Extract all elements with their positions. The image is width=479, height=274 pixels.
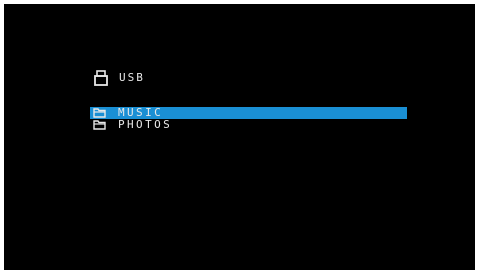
list-item-photos[interactable]: PHOTOS <box>90 119 407 131</box>
usb-drive-icon <box>94 70 108 86</box>
tv-screen: USB MUSIC PHOTOS <box>4 4 475 270</box>
folder-list: MUSIC PHOTOS <box>90 107 407 131</box>
folder-icon <box>93 108 106 118</box>
list-item-label: PHOTOS <box>118 118 173 131</box>
source-header: USB <box>94 70 145 86</box>
source-label: USB <box>119 71 145 84</box>
folder-icon <box>93 120 106 130</box>
